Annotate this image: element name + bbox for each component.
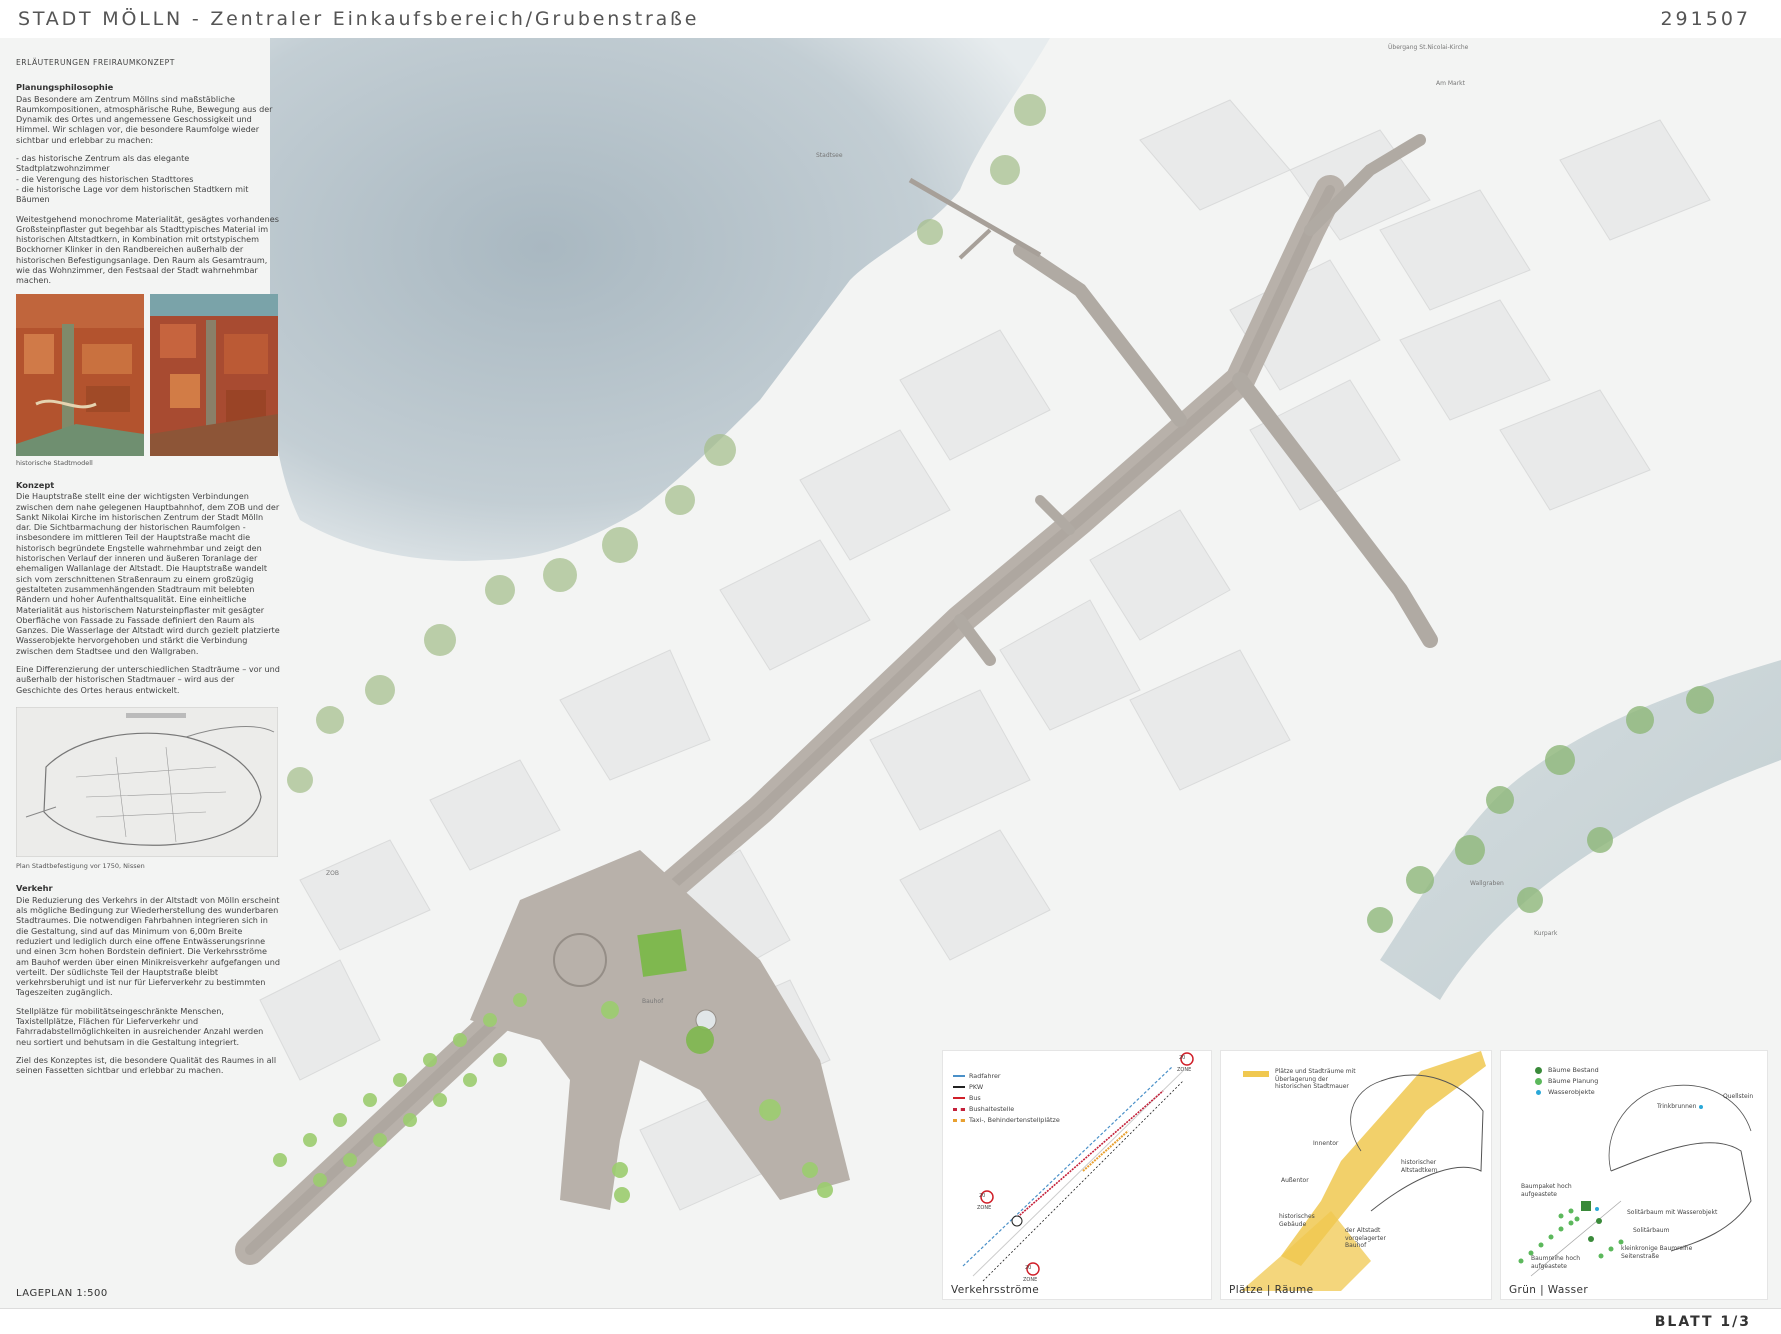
explanation-panel: ERLÄUTERUNGEN FREIRAUMKONZEPT Planungsph…	[15, 58, 280, 1084]
tree-package	[637, 929, 687, 977]
label-outer-gate: Außentor	[1281, 1177, 1309, 1184]
legend-swatch	[953, 1075, 965, 1077]
label-inner-gate: Innentor	[1313, 1140, 1339, 1147]
concept-text: Die Hauptstraße stellt eine der wichtigs…	[16, 491, 280, 656]
traffic-legend: Radfahrer PKW Bus Bushaltestelle Taxi-, …	[953, 1071, 1060, 1126]
closing-text: Ziel des Konzeptes ist, die besondere Qu…	[16, 1054, 277, 1076]
label-crossing: Übergang St.Nicolai-Kirche	[1388, 44, 1469, 51]
legend-swatch	[953, 1086, 965, 1088]
historic-model-photos	[16, 293, 280, 456]
footer-bar: BLATT 1/3	[0, 1308, 1781, 1334]
label-historic-core: historischer Altstadtkern	[1401, 1159, 1438, 1174]
label-solitary-water: Solitärbaum mit Wasserobjekt	[1627, 1209, 1718, 1216]
diagram-places-spaces: Plätze und Stadträume mit Überlagerung d…	[1220, 1050, 1492, 1300]
bullet-item: - die Verengung des historischen Stadtto…	[16, 173, 194, 184]
legend-label: Bäume Bestand	[1548, 1066, 1599, 1074]
header-bar: STADT MÖLLN - Zentraler Einkaufsbereich/…	[0, 0, 1781, 39]
legend-swatch	[1535, 1066, 1542, 1074]
legend-label: PKW	[969, 1083, 984, 1091]
model-photo-1	[16, 293, 144, 456]
label-zob: ZOB	[326, 870, 339, 877]
legend-label: Radfahrer	[969, 1072, 1001, 1080]
traffic-text: Die Reduzierung des Verkehrs in der Alts…	[16, 894, 280, 998]
legend-swatch	[953, 1118, 965, 1122]
label-solitary: Solitärbaum	[1633, 1227, 1670, 1234]
project-number: 291507	[1660, 8, 1751, 30]
legend-label: Wasserobjekte	[1548, 1088, 1595, 1096]
label-kurpark: Kurpark	[1534, 930, 1558, 937]
material-text: Weitestgehend monochrome Materialität, g…	[16, 213, 279, 286]
concept-heading: Konzept	[16, 479, 55, 490]
zone-word: ZONE	[977, 1205, 992, 1211]
label-tree-row: Baumreihe hoch aufgeastete	[1531, 1255, 1581, 1270]
model-photo-2	[150, 293, 278, 456]
places-legend-label: Plätze und Stadträume mit Überlagerung d…	[1275, 1068, 1356, 1090]
zone-number: 20	[1025, 1265, 1032, 1271]
differentiation-text: Eine Differenzierung der unterschiedlich…	[16, 663, 280, 695]
label-market: Am Markt	[1436, 80, 1466, 87]
green-legend: Bäume Bestand Bäume Planung Wasserobjekt…	[1535, 1065, 1599, 1098]
traffic-heading: Verkehr	[16, 883, 53, 894]
diagram-title: Plätze | Räume	[1229, 1284, 1314, 1296]
legend-swatch	[1536, 1089, 1541, 1095]
diagram-title: Verkehrsströme	[951, 1284, 1040, 1296]
philosophy-bullets: - das historische Zentrum als das elegan…	[16, 153, 280, 204]
label-lake: Stadtsee	[816, 152, 843, 159]
label-historic-buildings: historisches Gebäude	[1279, 1213, 1315, 1228]
legend-swatch	[953, 1097, 965, 1099]
zone-word: ZONE	[1177, 1067, 1192, 1073]
legend-label: Taxi-, Behindertenstellplätze	[969, 1116, 1060, 1124]
philosophy-heading: Planungsphilosophie	[16, 82, 114, 93]
philosophy-text: Das Besondere am Zentrum Möllns sind maß…	[16, 93, 273, 145]
label-bauhof: Bauhof	[642, 998, 664, 1005]
zone-number: 20	[1179, 1055, 1186, 1061]
sheet-number: BLATT 1/3	[1654, 1314, 1751, 1330]
legend-swatch	[1535, 1077, 1542, 1085]
section-title: ERLÄUTERUNGEN FREIRAUMKONZEPT	[16, 58, 175, 67]
photo-caption: historische Stadtmodell	[16, 458, 93, 467]
bullet-item: - die historische Lage vor dem historisc…	[16, 183, 249, 205]
sheet-title: STADT MÖLLN - Zentraler Einkaufsbereich/…	[18, 8, 700, 30]
legend-label: Bushaltestelle	[969, 1105, 1015, 1113]
legend-label: Bäume Planung	[1548, 1077, 1599, 1085]
diagram-traffic-flows: Radfahrer PKW Bus Bushaltestelle Taxi-, …	[942, 1050, 1212, 1300]
diagram-title: Grün | Wasser	[1509, 1284, 1589, 1296]
bullet-item: - das historische Zentrum als das elegan…	[16, 153, 190, 174]
plan-caption: Plan Stadtbefestigung vor 1750, Nissen	[16, 862, 145, 871]
label-fountain: Trinkbrunnen	[1657, 1103, 1697, 1110]
label-bauhof: der Altstadt vorgelagerter Bauhof	[1345, 1227, 1386, 1249]
label-spring: Quellstein	[1723, 1093, 1754, 1100]
legend-swatch	[953, 1107, 965, 1111]
plan-scale-label: LAGEPLAN 1:500	[16, 1288, 108, 1299]
parking-text: Stellplätze für mobilitätseingeschränkte…	[16, 1005, 264, 1047]
label-wallgraben: Wallgraben	[1470, 880, 1504, 887]
label-tree-package: Baumpaket hoch aufgeastete	[1521, 1183, 1572, 1198]
zone-number: 20	[979, 1193, 986, 1199]
legend-label: Bus	[969, 1094, 981, 1102]
historic-city-plan	[15, 706, 279, 858]
diagram-green-water: Bäume Bestand Bäume Planung Wasserobjekt…	[1500, 1050, 1768, 1300]
label-small-tree-row: kleinkronige Baumreihe Seitenstraße	[1621, 1245, 1693, 1260]
